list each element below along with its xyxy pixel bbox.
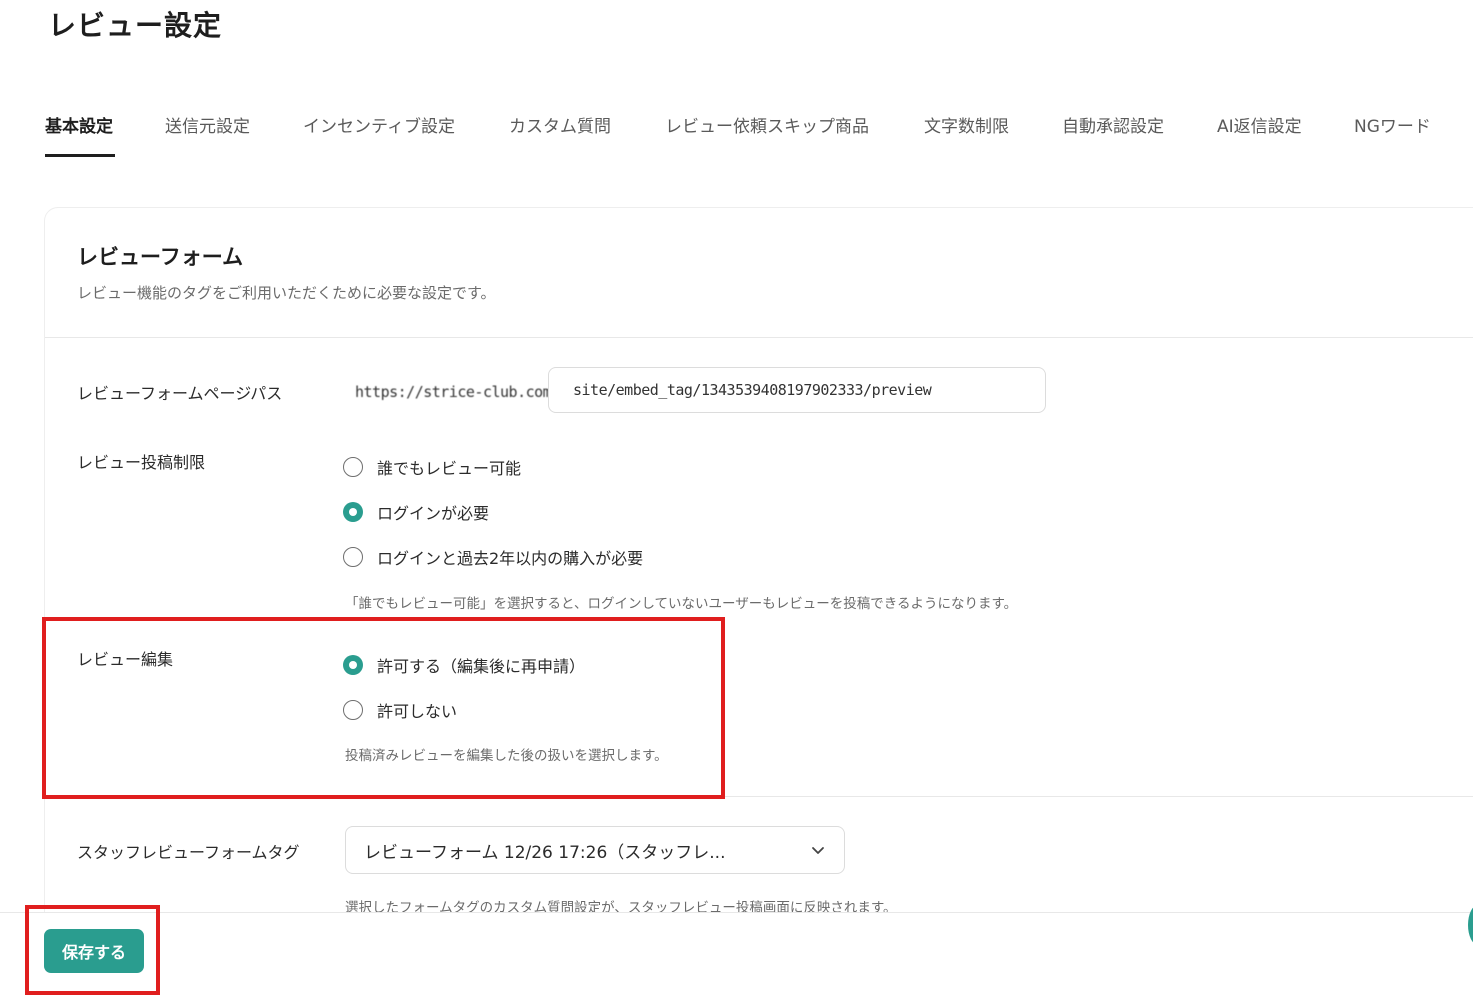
save-button[interactable]: 保存する xyxy=(44,929,144,973)
radio-label: 許可する（編集後に再申請） xyxy=(377,657,586,676)
radio-option-disallow-edit[interactable]: 許可しない xyxy=(343,698,457,722)
page-path-label: レビューフォームページパス xyxy=(77,384,283,403)
tab-sender-settings[interactable]: 送信元設定 xyxy=(165,112,250,137)
review-edit-help: 投稿済みレビューを編集した後の扱いを選択します。 xyxy=(345,748,668,764)
radio-option-allow-edit[interactable]: 許可する（編集後に再申請） xyxy=(343,653,585,677)
page-path-prefix: https://strice-club.com/ xyxy=(355,383,560,401)
tab-incentive-settings[interactable]: インセンティブ設定 xyxy=(303,112,455,137)
tab-custom-questions[interactable]: カスタム質問 xyxy=(509,112,611,137)
review-form-card: レビューフォーム レビュー機能のタグをご利用いただくために必要な設定です。 レビ… xyxy=(44,207,1473,929)
tab-bar: 基本設定 送信元設定 インセンティブ設定 カスタム質問 レビュー依頼スキップ商品… xyxy=(0,112,1473,160)
radio-button[interactable] xyxy=(343,547,363,567)
staff-tag-label: スタッフレビューフォームタグ xyxy=(77,843,300,862)
staff-tag-select[interactable]: レビューフォーム 12/26 17:26（スタッフレ... xyxy=(345,826,845,874)
tab-ng-words[interactable]: NGワード xyxy=(1354,112,1431,137)
card-header-divider xyxy=(45,337,1473,338)
chevron-down-icon xyxy=(810,842,826,858)
radio-option-anyone[interactable]: 誰でもレビュー可能 xyxy=(343,455,521,479)
post-restriction-label: レビュー投稿制限 xyxy=(77,453,206,472)
radio-option-login-required[interactable]: ログインが必要 xyxy=(343,500,489,524)
active-tab-indicator xyxy=(45,154,115,157)
tab-character-limit[interactable]: 文字数制限 xyxy=(924,112,1009,137)
tab-skip-products[interactable]: レビュー依頼スキップ商品 xyxy=(665,112,869,137)
radio-label: ログインと過去2年以内の購入が必要 xyxy=(377,549,644,568)
section-divider xyxy=(45,796,1473,797)
page-path-input[interactable] xyxy=(548,367,1046,413)
radio-button-checked[interactable] xyxy=(343,655,363,675)
card-title: レビューフォーム xyxy=(77,245,244,269)
radio-label: 誰でもレビュー可能 xyxy=(377,459,522,478)
staff-tag-selected-value: レビューフォーム 12/26 17:26（スタッフレ... xyxy=(364,842,726,863)
tab-ai-reply[interactable]: AI返信設定 xyxy=(1217,112,1302,137)
post-restriction-help: 「誰でもレビュー可能」を選択すると、ログインしていないユーザーもレビューを投稿で… xyxy=(345,596,1018,612)
radio-button[interactable] xyxy=(343,700,363,720)
card-description: レビュー機能のタグをご利用いただくために必要な設定です。 xyxy=(77,284,496,302)
radio-option-login-and-purchase[interactable]: ログインと過去2年以内の購入が必要 xyxy=(343,545,643,569)
radio-label: ログインが必要 xyxy=(377,504,490,523)
footer-bar xyxy=(0,913,1473,996)
page-title: レビュー設定 xyxy=(48,9,223,42)
tab-basic-settings[interactable]: 基本設定 xyxy=(45,112,113,137)
review-edit-label: レビュー編集 xyxy=(77,650,174,669)
radio-button[interactable] xyxy=(343,457,363,477)
radio-label: 許可しない xyxy=(377,702,458,721)
tab-auto-approval[interactable]: 自動承認設定 xyxy=(1062,112,1164,137)
radio-button-checked[interactable] xyxy=(343,502,363,522)
